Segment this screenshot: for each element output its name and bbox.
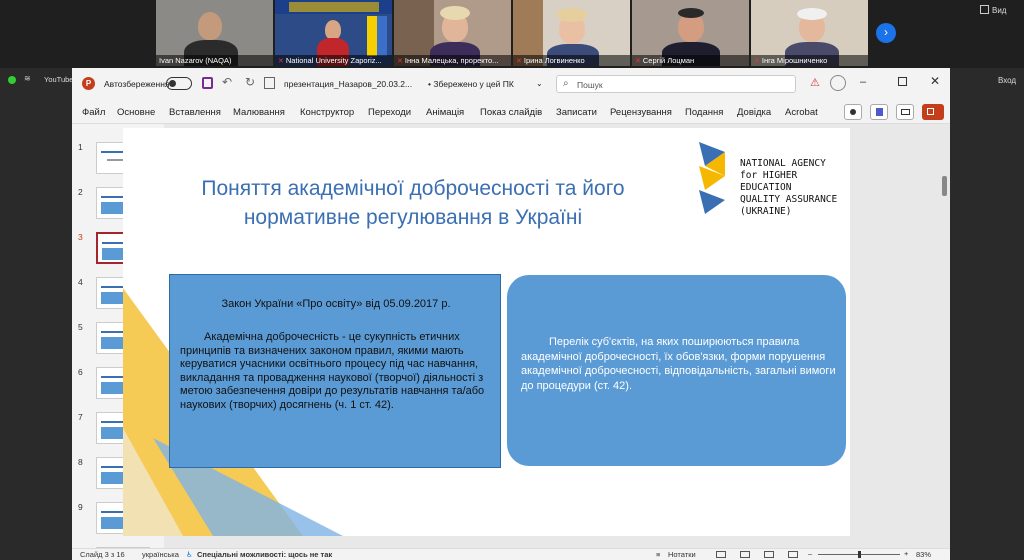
participant-name: Ivan Nazarov (NAQA) <box>159 56 232 65</box>
view-button[interactable]: Вид <box>992 6 1006 15</box>
slide-title[interactable]: Поняття академічної доброчесності та йог… <box>178 174 648 232</box>
thumbnail-number: 6 <box>78 367 83 377</box>
participant-name: Інна Малецька, проректо... <box>404 56 499 65</box>
logo-line: for HIGHER EDUCATION <box>740 170 798 193</box>
teams-icon[interactable] <box>870 104 888 120</box>
logo-line: NATIONAL AGENCY <box>740 158 826 169</box>
search-icon: ⌕ <box>563 78 569 89</box>
save-icon[interactable] <box>202 77 213 89</box>
avatar[interactable] <box>830 75 846 91</box>
tab-record[interactable]: Записати <box>556 107 597 118</box>
thumbnail-number: 9 <box>78 502 83 512</box>
participant-tile[interactable]: ✕ Ірина Логвиненко <box>513 0 630 66</box>
close-icon[interactable]: ✕ <box>930 74 940 88</box>
participant-tile[interactable]: ✕ National University Zaporiz... <box>275 0 392 66</box>
slide-sorter-icon[interactable] <box>740 551 750 558</box>
warning-icon[interactable]: ⚠ <box>810 76 820 89</box>
zoom-out-button[interactable]: – <box>808 549 812 558</box>
logo-line: QUALITY ASSURANCE <box>740 194 838 205</box>
search-input[interactable]: Пошук <box>577 80 603 90</box>
thumbnail-number: 8 <box>78 457 83 467</box>
participant-tile[interactable]: ✕ Сергій Лоцман <box>632 0 749 66</box>
participant-tile[interactable]: ✕ Інга Мірошниченко <box>751 0 868 66</box>
tab-view[interactable]: Подання <box>685 107 723 118</box>
thumbnail-number: 3 <box>78 232 83 242</box>
normal-view-icon[interactable] <box>716 551 726 558</box>
slide[interactable]: Поняття академічної доброчесності та йог… <box>123 128 850 536</box>
slideshow-icon[interactable] <box>264 77 275 89</box>
tab-animations[interactable]: Анімація <box>426 107 464 118</box>
shield-icon <box>8 76 16 84</box>
participant-name: Сергій Лоцман <box>642 56 695 65</box>
autosave-label: Автозбереження <box>104 79 170 89</box>
participant-tile[interactable]: ✕ Інна Малецька, проректо... <box>394 0 511 66</box>
tab-help[interactable]: Довідка <box>737 107 771 118</box>
undo-icon[interactable]: ↶ <box>222 75 232 89</box>
file-name: презентация_Назаров_20.03.2... <box>284 79 413 89</box>
tab-review[interactable]: Рецензування <box>610 107 672 118</box>
tab-acrobat[interactable]: Acrobat <box>785 107 818 118</box>
slide-counter: Слайд 3 з 16 <box>80 550 125 559</box>
tab-insert[interactable]: Вставлення <box>169 107 221 118</box>
grid-view-icon[interactable] <box>980 5 989 14</box>
tab-design[interactable]: Конструктор <box>300 107 354 118</box>
redo-icon[interactable]: ↻ <box>245 75 255 89</box>
thumbnail-number: 5 <box>78 322 83 332</box>
thumbnail-number: 7 <box>78 412 83 422</box>
slideshow-view-icon[interactable] <box>788 551 798 558</box>
saved-status[interactable]: • Збережено у цей ПК <box>428 79 514 89</box>
restore-icon[interactable] <box>898 77 907 86</box>
participant-name: National University Zaporiz... <box>285 56 382 65</box>
title-bar: P Автозбереження ↶ ↻ презентация_Назаров… <box>72 68 950 100</box>
chevron-down-icon[interactable]: ⌄ <box>536 79 543 88</box>
reading-view-icon[interactable] <box>764 551 774 558</box>
thumbnail-number: 2 <box>78 187 83 197</box>
tab-home[interactable]: Основне <box>117 107 155 118</box>
exit-button[interactable]: Вход <box>998 76 1016 85</box>
participant-tile[interactable]: Ivan Nazarov (NAQA) <box>156 0 273 66</box>
search-box[interactable]: ⌕ Пошук <box>556 75 796 93</box>
vertical-scrollbar[interactable] <box>942 176 947 196</box>
notes-button[interactable]: Нотатки <box>668 550 696 559</box>
thumbnail-number: 4 <box>78 277 83 287</box>
autosave-toggle[interactable] <box>166 77 192 90</box>
zoom-in-button[interactable]: + <box>904 549 908 558</box>
tab-draw[interactable]: Малювання <box>233 107 285 118</box>
zoom-level[interactable]: 83% <box>916 550 931 559</box>
participant-name: Ірина Логвиненко <box>523 56 585 65</box>
minimize-icon[interactable]: – <box>860 76 866 88</box>
tab-transitions[interactable]: Переходи <box>368 107 411 118</box>
logo-line: (UKRAINE) <box>740 206 792 217</box>
comments-icon[interactable] <box>896 104 914 120</box>
rss-icon: ≋ <box>24 74 31 83</box>
right-text-box[interactable]: Перелік суб'єктів, на яких поширюються п… <box>507 275 846 466</box>
left-box-text: Академічна доброчесність - це сукупність… <box>180 331 485 411</box>
naqa-logo-text: NATIONAL AGENCY for HIGHER EDUCATION QUA… <box>740 158 850 218</box>
accessibility-icon: ♿ <box>186 550 193 559</box>
status-bar: Слайд 3 з 16 українська ♿ Спеціальні мож… <box>72 548 950 560</box>
ribbon-tabs: Файл Основне Вставлення Малювання Констр… <box>72 100 950 124</box>
video-participants-bar: Ivan Nazarov (NAQA) ✕ National University… <box>0 0 1024 68</box>
share-button[interactable] <box>922 104 944 120</box>
participant-name: Інга Мірошниченко <box>761 56 828 65</box>
right-panel: Вход <box>950 68 1024 560</box>
left-text-box[interactable]: Закон України «Про освіту» від 05.09.201… <box>169 274 501 468</box>
right-box-text: Перелік суб'єктів, на яких поширюються п… <box>521 336 836 392</box>
left-taskbar: ≋ YouTube <box>0 68 73 560</box>
accessibility-status[interactable]: Спеціальні можливості: щось не так <box>197 550 332 559</box>
language-indicator[interactable]: українська <box>142 550 179 559</box>
naqa-logo-icon <box>699 142 725 214</box>
zoom-slider[interactable] <box>818 551 900 558</box>
youtube-label[interactable]: YouTube <box>44 75 73 84</box>
record-button[interactable] <box>844 104 862 120</box>
tab-slideshow[interactable]: Показ слайдів <box>480 107 542 118</box>
next-participants-button[interactable]: › <box>876 23 896 43</box>
left-box-heading: Закон України «Про освіту» від 05.09.201… <box>221 298 451 310</box>
notes-icon: ≡ <box>656 550 661 559</box>
tab-file[interactable]: Файл <box>82 107 105 118</box>
thumbnail-number: 1 <box>78 142 83 152</box>
powerpoint-logo-icon: P <box>82 77 95 90</box>
